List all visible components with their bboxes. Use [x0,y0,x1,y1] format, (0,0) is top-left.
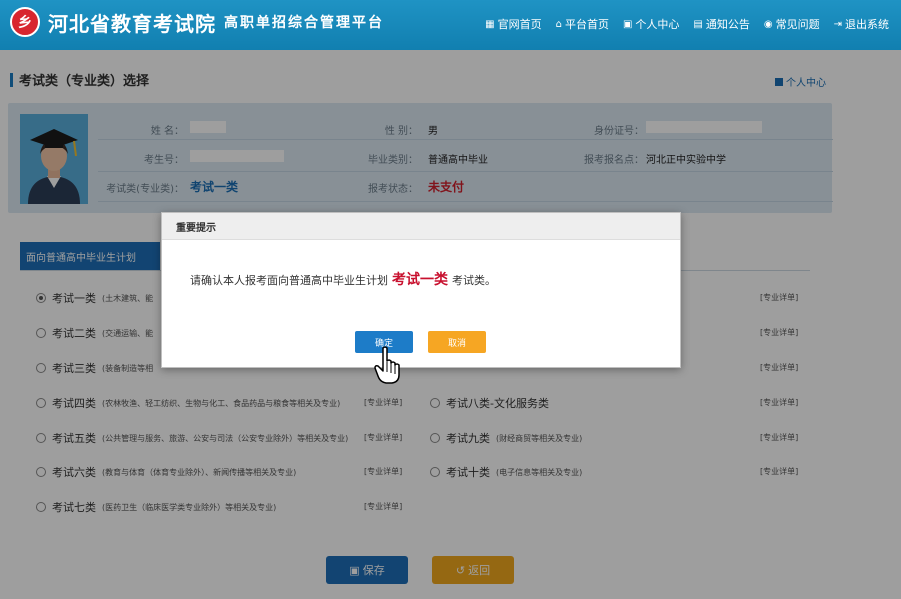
message-highlight: 考试一类 [392,272,448,288]
message-text: 请确认本人报考面向普通高中毕业生计划 [190,274,388,287]
dialog-title: 重要提示 [162,213,680,240]
site-subtitle: 高职单招综合管理平台 [224,15,384,31]
nav-personal-center[interactable]: ▣ 个人中心 [623,16,679,32]
message-suffix: 考试类。 [452,274,496,287]
logout-icon: ⇥ [833,18,842,30]
user-icon: ▣ [622,18,633,30]
nav-label: 退出系统 [845,18,889,31]
nav-official-home[interactable]: ▦ 官网首页 [485,16,541,32]
nav-logout[interactable]: ⇥ 退出系统 [834,16,889,32]
cancel-button[interactable]: 取消 [428,331,486,353]
chat-icon: ◉ [763,18,773,30]
logo: 乡 河北省教育考试院 高职单招综合管理平台 [10,7,384,37]
dialog-message: 请确认本人报考面向普通高中毕业生计划 考试一类 考试类。 [190,269,496,289]
home-icon: ▦ [485,18,495,30]
nav-platform-home[interactable]: ⌂ 平台首页 [556,16,609,32]
confirm-dialog: 重要提示 请确认本人报考面向普通高中毕业生计划 考试一类 考试类。 确定 取消 [161,212,681,368]
notice-icon: ▤ [693,18,703,30]
hand-cursor-icon [374,346,400,384]
nav-label: 官网首页 [497,18,542,31]
nav-notices[interactable]: ▤ 通知公告 [693,16,749,32]
top-header: 乡 河北省教育考试院 高职单招综合管理平台 ▦ 官网首页 ⌂ 平台首页 ▣ 个人中心 … [0,0,901,50]
nav-label: 常见问题 [775,18,820,31]
top-nav: ▦ 官网首页 ⌂ 平台首页 ▣ 个人中心 ▤ 通知公告 ◉ 常见问题 ⇥ 退出系统 [485,16,889,32]
nav-label: 通知公告 [705,18,750,31]
site-title: 河北省教育考试院 [48,11,216,36]
house-icon: ⌂ [555,18,562,30]
logo-mark: 乡 [10,7,40,37]
nav-faq[interactable]: ◉ 常见问题 [764,16,820,32]
nav-label: 平台首页 [564,18,609,31]
nav-label: 个人中心 [635,18,680,31]
